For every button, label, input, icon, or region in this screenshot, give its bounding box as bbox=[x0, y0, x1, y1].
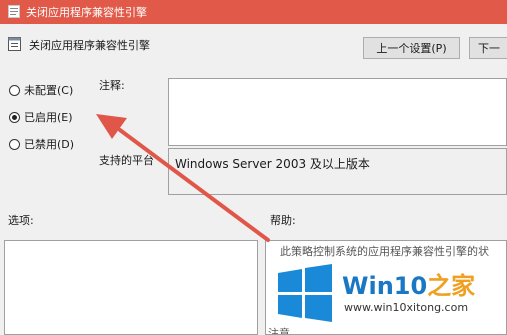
help-label: 帮助: bbox=[270, 214, 296, 227]
radio-circle[interactable] bbox=[9, 111, 20, 123]
radio-disabled[interactable]: 已禁用(D) bbox=[9, 136, 74, 152]
next-setting-button[interactable]: 下一 bbox=[469, 37, 507, 59]
radio-label: 未配置(C) bbox=[24, 84, 74, 97]
watermark-url: www.win10xitong.com bbox=[344, 301, 469, 314]
comment-textarea[interactable] bbox=[168, 78, 507, 146]
policy-name: 关闭应用程序兼容性引擎 bbox=[29, 39, 150, 52]
radio-label: 已禁用(D) bbox=[24, 138, 75, 151]
options-panel bbox=[4, 240, 258, 335]
supported-platform-field: Windows Server 2003 及以上版本 bbox=[168, 148, 507, 195]
supported-platform-value: Windows Server 2003 及以上版本 bbox=[175, 157, 370, 171]
title-bar[interactable]: 关闭应用程序兼容性引擎 bbox=[0, 0, 507, 24]
radio-label: 已启用(E) bbox=[24, 111, 73, 124]
radio-not-configured[interactable]: 未配置(C) bbox=[9, 82, 73, 98]
policy-window-icon bbox=[8, 5, 20, 18]
radio-enabled[interactable]: 已启用(E) bbox=[9, 109, 73, 125]
window-title: 关闭应用程序兼容性引擎 bbox=[26, 6, 147, 19]
watermark-brand-text: Win10 bbox=[342, 272, 428, 300]
previous-setting-button[interactable]: 上一个设置(P) bbox=[363, 37, 460, 59]
watermark-brand-suffix: 之家 bbox=[427, 272, 476, 300]
comment-label: 注释: bbox=[99, 79, 125, 92]
supported-on-label: 支持的平台 bbox=[99, 154, 154, 167]
radio-circle[interactable] bbox=[9, 84, 20, 96]
watermark-brand: Win10之家 bbox=[342, 266, 475, 301]
options-label: 选项: bbox=[8, 214, 34, 227]
windows-logo-icon bbox=[278, 264, 332, 322]
policy-setting-icon bbox=[8, 37, 21, 51]
help-note: 注意 bbox=[268, 327, 290, 335]
radio-circle[interactable] bbox=[9, 138, 20, 150]
help-text: 此策略控制系统的应用程序兼容性引擎的状 bbox=[280, 245, 489, 258]
